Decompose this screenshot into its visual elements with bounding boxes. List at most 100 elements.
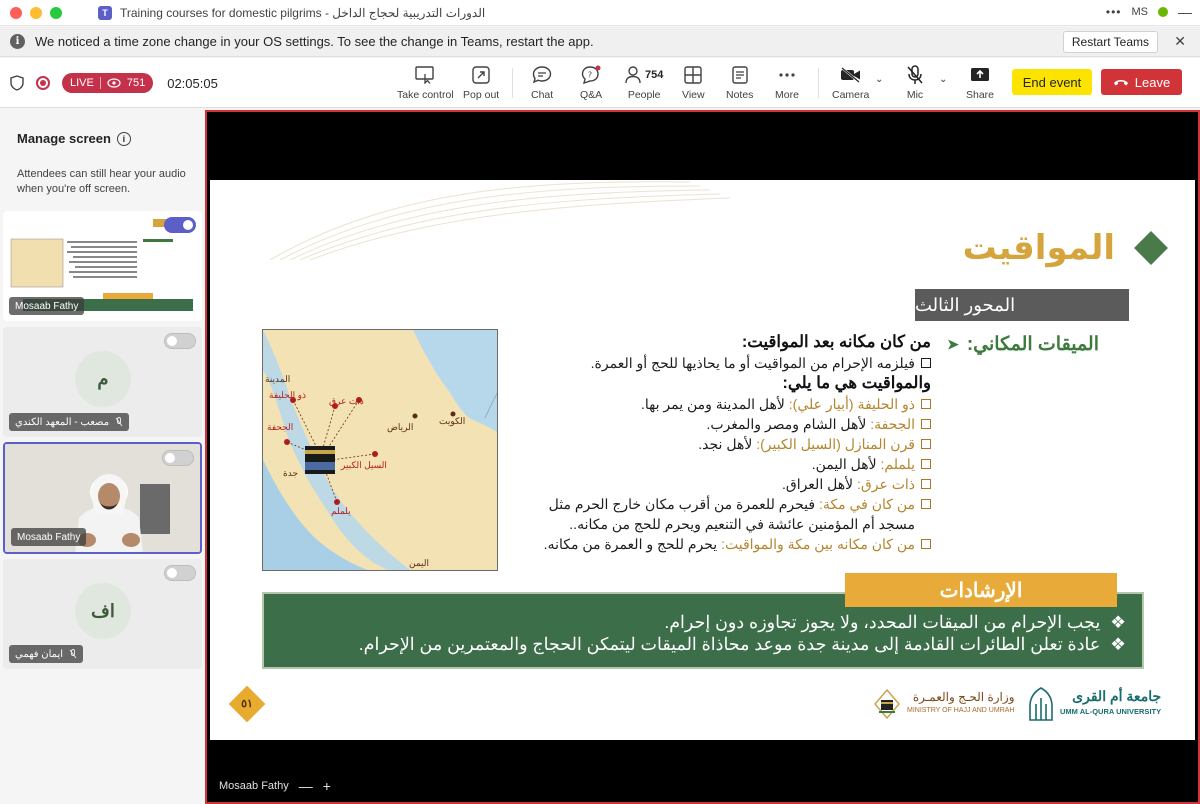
- close-icon[interactable]: ✕: [1174, 33, 1186, 50]
- slide-title: المواقيت: [962, 228, 1115, 268]
- qa-button[interactable]: ? Q&A: [580, 65, 602, 101]
- title-right: ••• MS —: [1106, 4, 1192, 20]
- recording-icon[interactable]: [36, 76, 50, 90]
- people-button[interactable]: 754 People: [625, 65, 663, 101]
- spotlight-toggle[interactable]: [164, 333, 196, 349]
- presenter-bar: Mosaab Fathy — +: [219, 778, 331, 794]
- uqu-logo-icon: [1029, 687, 1053, 721]
- map-label: ذات عرق: [329, 396, 364, 406]
- participant-tile[interactable]: Mosaab Fathy: [3, 211, 202, 321]
- title-bar: T Training courses for domestic pilgrims…: [0, 0, 1200, 26]
- people-label: People: [627, 89, 661, 101]
- meeting-timer: 02:05:05: [167, 75, 218, 91]
- guidance-line: ❖ يجب الإحرام من الميقات المحدد، ولا يجوز…: [264, 611, 1126, 633]
- participant-name: مصعب - المعهد الكندي: [15, 416, 110, 428]
- miqat-name: الجحفة:: [870, 416, 915, 432]
- zoom-out-icon[interactable]: —: [299, 778, 313, 794]
- map-label: جدة: [283, 468, 299, 478]
- miqat-map: المدينة ذو الحليفة الجحفة ذات عرق الرياض…: [262, 329, 498, 571]
- mic-label: Mic: [906, 89, 924, 101]
- miqat-desc: لأهل الشام ومصر والمغرب.: [706, 416, 871, 432]
- presence-icon: [1158, 7, 1168, 17]
- list-item-text: فيلزمه الإحرام من المواقيت أو ما يحاذيها…: [590, 355, 915, 371]
- participant-tile[interactable]: اف ايمان فهمي: [3, 559, 202, 669]
- tile-name-label: Mosaab Fathy: [9, 297, 85, 315]
- page-number: ٥١: [241, 698, 253, 710]
- more-button[interactable]: More: [775, 65, 799, 101]
- guidance-line: ❖ عادة تعلن الطائرات القادمة إلى مدينة جد…: [264, 633, 1126, 655]
- camera-off-icon: [840, 67, 860, 83]
- spotlight-toggle[interactable]: [162, 450, 194, 466]
- checkbox-bullet-icon: [921, 499, 931, 509]
- heading-miqat-list: والمواقيت هي ما يلي:: [782, 374, 931, 392]
- share-icon: [971, 68, 990, 81]
- restart-teams-button[interactable]: Restart Teams: [1062, 31, 1158, 53]
- list-item: ذات عرق: لأهل العراق.: [511, 474, 931, 494]
- list-item: من كان في مكة: فيحرم للعمرة من أقرب مكان…: [511, 494, 931, 534]
- participant-tile[interactable]: Mosaab Fathy: [3, 442, 202, 554]
- miqat-desc: يحرم للحج و العمرة من مكانه.: [543, 536, 722, 552]
- map-label: السيل الكبير: [341, 460, 387, 470]
- camera-options-chevron-icon[interactable]: ⌄: [875, 74, 883, 85]
- miqat-name: قرن المنازل (السيل الكبير):: [756, 436, 915, 452]
- checkbox-bullet-icon: [921, 358, 931, 368]
- mic-button[interactable]: Mic: [906, 65, 924, 101]
- spotlight-toggle[interactable]: [164, 565, 196, 581]
- shared-screen-stage[interactable]: المواقيت المحور الثالث الميقات المكاني: …: [205, 110, 1200, 804]
- avatar: م: [75, 351, 131, 407]
- mic-options-chevron-icon[interactable]: ⌄: [939, 74, 947, 85]
- participant-name: ايمان فهمي: [15, 648, 64, 660]
- star-bullet-icon: ❖: [1110, 634, 1126, 654]
- zoom-window-button[interactable]: [50, 6, 62, 19]
- qa-icon: ?: [581, 65, 601, 85]
- window-title: Training courses for domestic pilgrims -…: [120, 5, 486, 20]
- participant-name: Mosaab Fathy: [17, 531, 81, 543]
- teams-icon: T: [98, 5, 112, 20]
- camera-label: Camera: [832, 89, 870, 101]
- notes-button[interactable]: Notes: [726, 65, 753, 101]
- star-bullet-icon: ❖: [1110, 612, 1126, 632]
- svg-text:?: ?: [588, 71, 592, 80]
- manage-screen-title: Manage screen i: [17, 131, 131, 146]
- participant-tile[interactable]: م مصعب - المعهد الكندي: [3, 327, 202, 437]
- window-controls: [10, 6, 62, 19]
- chat-button[interactable]: Chat: [531, 65, 553, 101]
- list-item: الجحفة: لأهل الشام ومصر والمغرب.: [511, 414, 931, 434]
- participant-name: Mosaab Fathy: [15, 300, 79, 312]
- title-diamond-icon: [1134, 231, 1168, 265]
- more-options-icon[interactable]: •••: [1106, 5, 1122, 19]
- zoom-in-icon[interactable]: +: [323, 778, 331, 794]
- minimize-window-button[interactable]: [30, 6, 42, 19]
- mic-off-icon: [115, 417, 123, 427]
- minimize-icon[interactable]: —: [1178, 4, 1192, 20]
- share-button[interactable]: Share: [966, 65, 994, 101]
- miqat-desc: لأهل المدينة ومن يمر بها.: [641, 396, 789, 412]
- tile-name-label: مصعب - المعهد الكندي: [9, 413, 130, 431]
- view-label: View: [682, 89, 705, 101]
- take-control-button[interactable]: Take control: [397, 65, 454, 101]
- manage-screen-subtitle: Attendees can still hear your audio when…: [17, 168, 186, 195]
- arrow-icon: ➤: [947, 336, 959, 352]
- notes-label: Notes: [726, 89, 754, 101]
- leave-button[interactable]: Leave: [1101, 69, 1182, 95]
- camera-button[interactable]: Camera: [832, 65, 869, 101]
- presentation-slide: المواقيت المحور الثالث الميقات المكاني: …: [210, 180, 1195, 740]
- close-window-button[interactable]: [10, 6, 22, 19]
- heading-after-miqat: من كان مكانه بعد المواقيت:: [741, 333, 931, 351]
- take-control-icon: [415, 66, 435, 84]
- people-count: 754: [645, 69, 664, 81]
- uqu-logo-english: UMM AL-QURA UNIVERSITY: [1060, 707, 1162, 716]
- user-initials[interactable]: MS: [1132, 6, 1149, 18]
- list-item: من كان مكانه بين مكة والمواقيت: يحرم للح…: [511, 534, 931, 554]
- presenter-name: Mosaab Fathy: [219, 780, 289, 792]
- view-button[interactable]: View: [682, 65, 705, 101]
- info-icon[interactable]: i: [116, 131, 131, 146]
- end-event-button[interactable]: End event: [1012, 69, 1092, 95]
- spotlight-toggle[interactable]: [164, 217, 196, 233]
- chat-icon: [532, 66, 552, 84]
- tile-name-label: ايمان فهمي: [9, 645, 84, 663]
- shield-icon[interactable]: [10, 75, 24, 91]
- pop-out-button[interactable]: Pop out: [463, 65, 499, 101]
- take-control-label: Take control: [397, 89, 454, 101]
- miqat-name: ذات عرق:: [856, 476, 915, 492]
